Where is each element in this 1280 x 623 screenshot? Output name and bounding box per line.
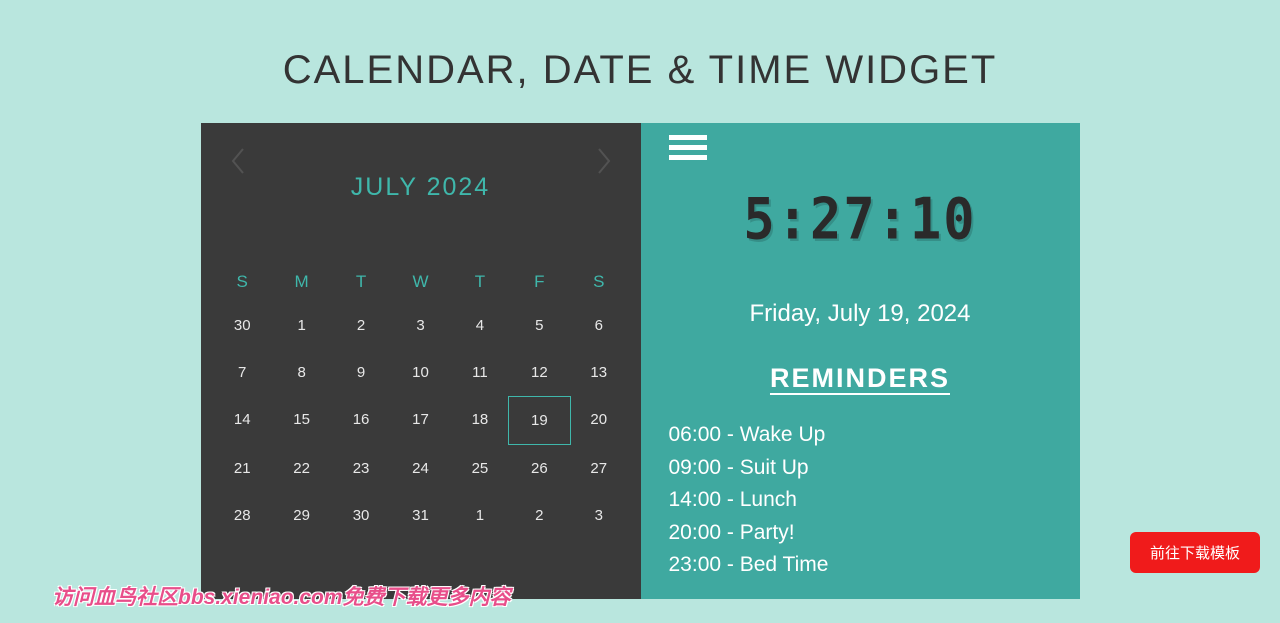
page-title: CALENDAR, DATE & TIME WIDGET [0, 0, 1280, 123]
current-date: Friday, July 19, 2024 [669, 300, 1052, 328]
download-template-button[interactable]: 前往下载模板 [1130, 532, 1260, 573]
day-of-week-header: T [331, 262, 390, 302]
day-of-week-header: F [510, 262, 569, 302]
calendar-day[interactable]: 1 [450, 492, 509, 539]
calendar-day[interactable]: 2 [510, 492, 569, 539]
calendar-day[interactable]: 6 [569, 302, 628, 349]
footer-promo-text: 访问血鸟社区bbs.xieniao.com免费下载更多内容 [52, 581, 511, 611]
calendar-day[interactable]: 30 [331, 492, 390, 539]
calendar-nav: JULY 2024 [213, 143, 629, 202]
day-of-week-header: S [569, 262, 628, 302]
reminders-heading: REMINDERS [669, 363, 1052, 394]
calendar-day[interactable]: 23 [331, 445, 390, 492]
calendar-day[interactable]: 30 [213, 302, 272, 349]
calendar-day[interactable]: 20 [569, 396, 628, 445]
calendar-day[interactable]: 12 [510, 349, 569, 396]
day-of-week-header: S [213, 262, 272, 302]
calendar-day[interactable]: 29 [272, 492, 331, 539]
calendar-grid: SMTWTFS301234567891011121314151617181920… [213, 262, 629, 539]
calendar-day[interactable]: 26 [510, 445, 569, 492]
month-label: JULY 2024 [213, 143, 629, 202]
calendar-day[interactable]: 4 [450, 302, 509, 349]
reminder-item: 09:00 - Suit Up [669, 452, 1052, 485]
calendar-day[interactable]: 8 [272, 349, 331, 396]
calendar-day[interactable]: 5 [510, 302, 569, 349]
hamburger-icon [669, 135, 707, 140]
day-of-week-header: T [450, 262, 509, 302]
calendar-day[interactable]: 2 [331, 302, 390, 349]
reminder-item: 23:00 - Bed Time [669, 549, 1052, 582]
calendar-day[interactable]: 17 [391, 396, 450, 445]
calendar-day[interactable]: 25 [450, 445, 509, 492]
calendar-day[interactable]: 16 [331, 396, 390, 445]
day-of-week-header: M [272, 262, 331, 302]
next-month-button[interactable] [597, 147, 613, 180]
calendar-widget: JULY 2024 SMTWTFS30123456789101112131415… [201, 123, 1080, 599]
calendar-day[interactable]: 14 [213, 396, 272, 445]
calendar-day[interactable]: 13 [569, 349, 628, 396]
day-of-week-header: W [391, 262, 450, 302]
calendar-day[interactable]: 3 [391, 302, 450, 349]
calendar-day[interactable]: 18 [450, 396, 509, 445]
chevron-right-icon [597, 147, 613, 175]
reminder-item: 14:00 - Lunch [669, 484, 1052, 517]
reminder-item: 06:00 - Wake Up [669, 419, 1052, 452]
prev-month-button[interactable] [229, 147, 245, 180]
calendar-day[interactable]: 27 [569, 445, 628, 492]
calendar-day[interactable]: 15 [272, 396, 331, 445]
calendar-day[interactable]: 19 [510, 396, 569, 445]
calendar-day[interactable]: 21 [213, 445, 272, 492]
calendar-day[interactable]: 10 [391, 349, 450, 396]
reminder-item: 20:00 - Party! [669, 517, 1052, 550]
reminders-list: 06:00 - Wake Up09:00 - Suit Up14:00 - Lu… [669, 419, 1052, 582]
menu-button[interactable] [669, 135, 707, 160]
calendar-day[interactable]: 24 [391, 445, 450, 492]
calendar-day[interactable]: 1 [272, 302, 331, 349]
calendar-day[interactable]: 31 [391, 492, 450, 539]
calendar-day[interactable]: 9 [331, 349, 390, 396]
calendar-day[interactable]: 3 [569, 492, 628, 539]
clock-display: 5:27:10 [669, 187, 1052, 253]
chevron-left-icon [229, 147, 245, 175]
calendar-panel: JULY 2024 SMTWTFS30123456789101112131415… [201, 123, 641, 599]
calendar-day[interactable]: 22 [272, 445, 331, 492]
calendar-day[interactable]: 7 [213, 349, 272, 396]
calendar-day[interactable]: 11 [450, 349, 509, 396]
calendar-day[interactable]: 28 [213, 492, 272, 539]
info-panel: 5:27:10 Friday, July 19, 2024 REMINDERS … [641, 123, 1080, 599]
